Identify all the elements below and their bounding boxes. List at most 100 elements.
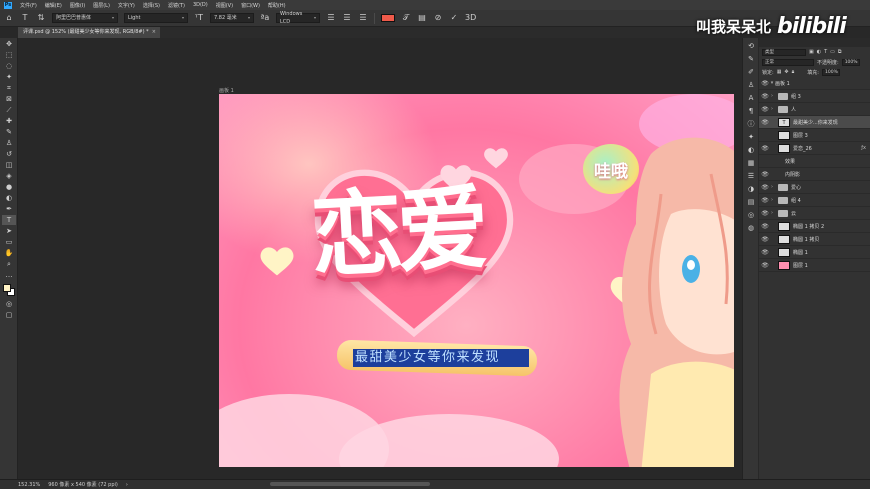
document-tab[interactable]: 评课.psd @ 152% (最甜美少女等你来发现, RGB/8#) * × xyxy=(18,27,160,38)
horizontal-scrollbar[interactable] xyxy=(270,482,430,486)
layer-row-group[interactable]: 👁︎ › 爱心 xyxy=(759,181,870,194)
lock-pixels-icon[interactable]: ▦ xyxy=(777,69,782,75)
menu-file[interactable]: 文件(F) xyxy=(20,2,37,9)
quick-mask-icon[interactable]: ◎ xyxy=(2,299,16,309)
character-panel-icon[interactable]: ▤ xyxy=(417,13,427,23)
lock-all-icon[interactable]: 🔒︎ xyxy=(792,69,795,75)
menu-edit[interactable]: 编辑(E) xyxy=(45,2,62,9)
menu-help[interactable]: 帮助(H) xyxy=(268,2,286,9)
magic-wand-tool-icon[interactable]: ✦ xyxy=(2,72,16,82)
menu-view[interactable]: 视图(V) xyxy=(216,2,233,9)
filter-shape-icon[interactable]: ▭ xyxy=(830,49,835,55)
eyedropper-tool-icon[interactable]: ⟋ xyxy=(2,105,16,115)
eye-icon[interactable]: 👁︎ xyxy=(761,236,769,243)
color-icon[interactable]: ◐ xyxy=(745,145,757,155)
frame-tool-icon[interactable]: ⊠ xyxy=(2,94,16,104)
status-arrow-icon[interactable]: › xyxy=(126,482,128,488)
font-family-select[interactable]: 阿里巴巴普惠体 ▾ xyxy=(52,13,118,23)
eye-icon[interactable]: 👁︎ xyxy=(761,171,769,178)
info-icon[interactable]: ⓘ xyxy=(745,119,757,129)
eye-icon[interactable]: 👁︎ xyxy=(761,223,769,230)
foreground-color[interactable] xyxy=(3,284,11,292)
font-size-select[interactable]: 7.82 毫米 ▾ xyxy=(210,13,254,23)
eye-icon[interactable]: 👁︎ xyxy=(761,106,769,113)
shape-tool-icon[interactable]: ▭ xyxy=(2,237,16,247)
eye-icon[interactable]: 👁︎ xyxy=(761,210,769,217)
eye-icon[interactable]: 👁︎ xyxy=(761,197,769,204)
layer-row-group[interactable]: 👁︎ › 组 3 xyxy=(759,90,870,103)
hand-tool-icon[interactable]: ✋ xyxy=(2,248,16,258)
align-center-icon[interactable]: ☰ xyxy=(342,13,352,23)
fill-field[interactable]: 100% xyxy=(821,68,840,76)
history-brush-tool-icon[interactable]: ↺ xyxy=(2,149,16,159)
layer-row[interactable]: 👁︎ 图层 1 xyxy=(759,259,870,272)
3d-icon[interactable]: 3D xyxy=(465,13,476,23)
eye-icon[interactable]: 👁︎ xyxy=(761,145,769,152)
eye-icon[interactable]: 👁︎ xyxy=(761,262,769,269)
eye-icon[interactable]: 👁︎ xyxy=(761,184,769,191)
brush-settings-icon[interactable]: ✎ xyxy=(745,54,757,64)
filter-type-icon[interactable]: T xyxy=(824,49,827,55)
move-tool-icon[interactable]: ✥ xyxy=(2,39,16,49)
layer-row-group[interactable]: 👁︎ › 云 xyxy=(759,207,870,220)
layer-filter-select[interactable]: 类型 xyxy=(762,48,806,56)
menu-window[interactable]: 窗口(W) xyxy=(241,2,260,9)
crop-tool-icon[interactable]: ⌗ xyxy=(2,83,16,93)
lasso-tool-icon[interactable]: ◌ xyxy=(2,61,16,71)
healing-brush-tool-icon[interactable]: ✚ xyxy=(2,116,16,126)
blend-mode-select[interactable]: 正常 xyxy=(762,58,814,66)
close-icon[interactable]: × xyxy=(152,27,156,38)
channels-icon[interactable]: ◎ xyxy=(745,210,757,220)
eye-icon[interactable]: 👁︎ xyxy=(761,119,769,126)
screen-mode-icon[interactable]: ▢ xyxy=(2,310,16,320)
chevron-right-icon[interactable]: › xyxy=(769,210,775,216)
path-selection-tool-icon[interactable]: ➤ xyxy=(2,226,16,236)
dodge-tool-icon[interactable]: ◐ xyxy=(2,193,16,203)
home-icon[interactable]: ⌂ xyxy=(4,13,14,23)
artboard-label[interactable]: 画板 1 xyxy=(219,87,234,94)
layer-row[interactable]: 👁︎ 爱恋_26 ƒx xyxy=(759,142,870,155)
layer-row-group[interactable]: 👁︎ › 人 xyxy=(759,103,870,116)
lock-position-icon[interactable]: ✥ xyxy=(784,69,788,75)
swatches-icon[interactable]: ▦ xyxy=(745,158,757,168)
paths-icon[interactable]: ◍ xyxy=(745,223,757,233)
document-canvas[interactable]: 恋爱 哇哦 最甜美少女等你来发现 xyxy=(219,94,734,467)
brushes-icon[interactable]: ✐ xyxy=(745,67,757,77)
zoom-level[interactable]: 152.31% xyxy=(18,482,40,488)
eye-icon[interactable]: 👁︎ xyxy=(761,93,769,100)
warp-text-icon[interactable]: 𝒯 xyxy=(401,13,411,23)
chevron-right-icon[interactable]: › xyxy=(769,106,775,112)
eye-icon[interactable]: 👁︎ xyxy=(761,249,769,256)
menu-type[interactable]: 文字(Y) xyxy=(118,2,135,9)
commit-check-icon[interactable]: ✓ xyxy=(449,13,459,23)
eraser-tool-icon[interactable]: ◫ xyxy=(2,160,16,170)
layer-effect-row[interactable]: 👁︎ 内阴影 xyxy=(759,168,870,181)
chevron-right-icon[interactable]: › xyxy=(769,197,775,203)
clone-source-icon[interactable]: ♙ xyxy=(745,80,757,90)
brush-tool-icon[interactable]: ✎ xyxy=(2,127,16,137)
layer-row[interactable]: 👁︎ 椭圆 1 拷贝 xyxy=(759,233,870,246)
libraries-icon[interactable]: ☰ xyxy=(745,171,757,181)
cancel-icon[interactable]: ⊘ xyxy=(433,13,443,23)
paragraph-icon[interactable]: ¶ xyxy=(745,106,757,116)
fx-icon[interactable]: ƒx xyxy=(861,145,866,151)
adjustments-icon[interactable]: ◑ xyxy=(745,184,757,194)
chevron-right-icon[interactable]: › xyxy=(769,93,775,99)
stamp-tool-icon[interactable]: ♙ xyxy=(2,138,16,148)
font-style-select[interactable]: Light ▾ xyxy=(124,13,188,23)
chevron-right-icon[interactable]: › xyxy=(769,184,775,190)
layer-row-artboard[interactable]: 👁︎ ▾ 画板 1 xyxy=(759,77,870,90)
menu-filter[interactable]: 滤镜(T) xyxy=(168,2,185,9)
layer-row[interactable]: 👁︎ 椭圆 1 xyxy=(759,246,870,259)
filter-adjustment-icon[interactable]: ◐ xyxy=(817,49,821,55)
menu-3d[interactable]: 3D(D) xyxy=(193,2,208,8)
menu-select[interactable]: 选择(S) xyxy=(143,2,160,9)
layer-effect-row[interactable]: 效果 xyxy=(759,155,870,168)
align-left-icon[interactable]: ☰ xyxy=(326,13,336,23)
type-tool-icon[interactable]: T xyxy=(2,215,16,225)
antialias-select[interactable]: Windows LCD ▾ xyxy=(276,11,320,25)
layer-row-group[interactable]: 👁︎ › 组 4 xyxy=(759,194,870,207)
more-tools-icon[interactable]: … xyxy=(2,270,16,280)
layer-row-text-selected[interactable]: 👁︎ T 最甜美少...你来发现 xyxy=(759,116,870,129)
align-right-icon[interactable]: ☰ xyxy=(358,13,368,23)
